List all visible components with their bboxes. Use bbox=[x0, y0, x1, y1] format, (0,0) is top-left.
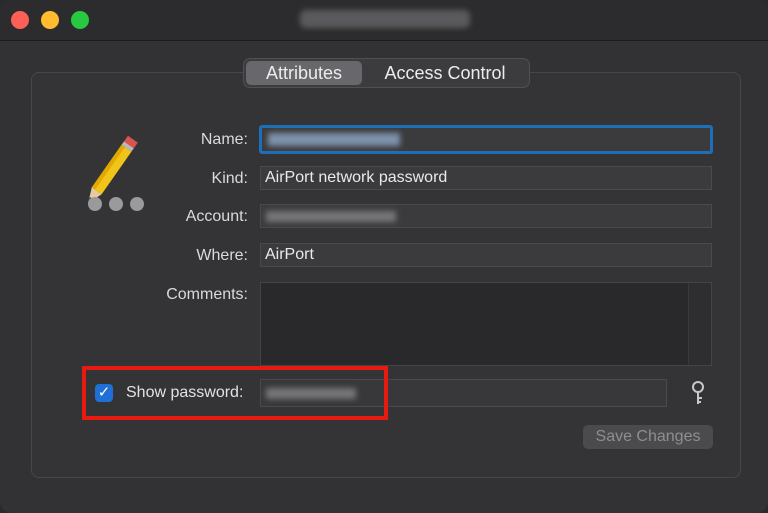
pencil-password-icon bbox=[88, 135, 144, 211]
name-field[interactable] bbox=[259, 125, 713, 154]
title-bar bbox=[0, 0, 768, 41]
account-label: Account: bbox=[185, 208, 248, 225]
kind-label: Kind: bbox=[211, 170, 248, 187]
account-field[interactable] bbox=[260, 204, 712, 228]
keychain-item-window: Attributes Access Control Name: Kind: Ai… bbox=[0, 0, 768, 513]
tab-access-control[interactable]: Access Control bbox=[366, 61, 524, 85]
highlight-annotation-box bbox=[82, 366, 388, 420]
where-field[interactable]: AirPort bbox=[260, 243, 712, 267]
account-value-redacted bbox=[266, 211, 396, 222]
window-title-redacted bbox=[300, 10, 470, 28]
name-label: Name: bbox=[200, 131, 248, 148]
minimize-window-button[interactable] bbox=[41, 11, 59, 29]
comments-textarea[interactable] bbox=[260, 282, 712, 366]
save-changes-button[interactable]: Save Changes bbox=[583, 425, 713, 449]
close-window-button[interactable] bbox=[11, 11, 29, 29]
where-label: Where: bbox=[196, 247, 248, 264]
key-icon[interactable] bbox=[688, 380, 708, 406]
zoom-window-button[interactable] bbox=[71, 11, 89, 29]
comments-label: Comments: bbox=[166, 286, 248, 303]
comments-scrollbar[interactable] bbox=[688, 283, 711, 365]
kind-field[interactable]: AirPort network password bbox=[260, 166, 712, 190]
tab-attributes[interactable]: Attributes bbox=[246, 61, 362, 85]
name-value-redacted bbox=[268, 133, 400, 146]
tab-segmented-control: Attributes Access Control bbox=[243, 58, 530, 88]
